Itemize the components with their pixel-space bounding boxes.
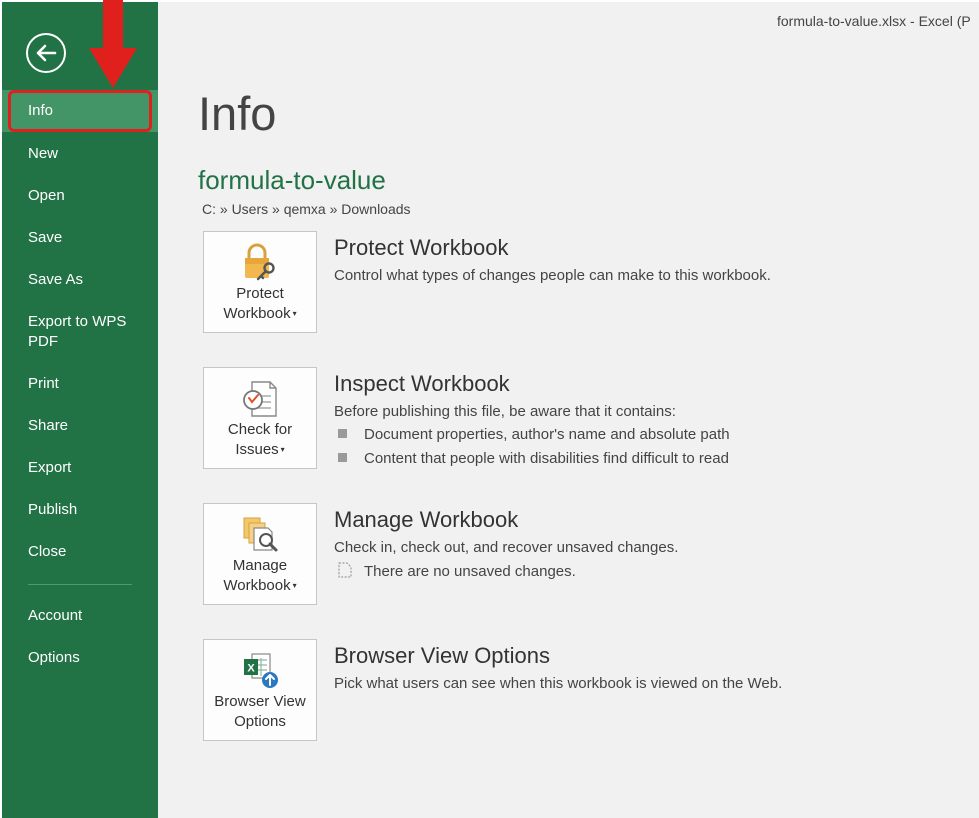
protect-tile-label-1: Protect — [236, 285, 284, 302]
inspect-bullet-item: Document properties, author's name and a… — [338, 425, 730, 445]
document-outline-icon — [338, 562, 352, 578]
protect-workbook-title: Protect Workbook — [334, 235, 509, 260]
sidebar-item-options[interactable]: Options — [2, 648, 158, 668]
protect-workbook-button[interactable]: Protect Workbook ▾ — [203, 231, 317, 333]
excel-browser-view-icon: X — [244, 653, 278, 688]
inspect-tile-label-1: Check for — [227, 421, 293, 438]
svg-text:X: X — [247, 663, 255, 675]
browser-view-options-title: Browser View Options — [334, 643, 551, 668]
sidebar-item-publish[interactable]: Publish — [2, 500, 158, 520]
sidebar-item-account[interactable]: Account — [2, 606, 158, 626]
sidebar-divider — [28, 584, 132, 585]
protect-tile-label-2: Workbook — [223, 305, 291, 322]
manage-versions-icon — [243, 517, 278, 552]
browser-tile-label-2: Options — [234, 713, 286, 730]
sidebar-item-share[interactable]: Share — [2, 416, 158, 436]
window-title: formula-to-value.xlsx - Excel (P — [777, 13, 971, 29]
manage-tile-label-1: Manage — [232, 557, 288, 574]
bullet-square-icon — [338, 453, 347, 462]
manage-workbook-desc: Check in, check out, and recover unsaved… — [334, 539, 679, 556]
dropdown-caret-icon: ▾ — [292, 581, 297, 591]
inspect-bullet-text: Document properties, author's name and a… — [364, 426, 730, 443]
browser-view-options-desc: Pick what users can see when this workbo… — [334, 675, 783, 692]
lock-key-icon — [245, 243, 275, 281]
inspect-tile-label-2: Issues — [235, 441, 279, 458]
browser-tile-label-1: Browser View — [214, 693, 306, 710]
info-highlight-annotation — [8, 90, 152, 132]
sidebar-item-export-wps-pdf[interactable]: Export to WPS PDF — [2, 312, 158, 352]
bullet-square-icon — [338, 429, 347, 438]
document-name: formula-to-value — [198, 165, 386, 195]
sidebar-item-save[interactable]: Save — [2, 228, 158, 248]
manage-note-row: There are no unsaved changes. — [338, 562, 576, 582]
dropdown-caret-icon: ▾ — [292, 309, 297, 319]
sidebar-item-new[interactable]: New — [2, 144, 158, 164]
sidebar-item-save-as[interactable]: Save As — [2, 270, 158, 290]
manage-workbook-button[interactable]: Manage Workbook ▾ — [203, 503, 317, 605]
protect-workbook-desc: Control what types of changes people can… — [334, 267, 771, 284]
inspect-workbook-desc: Before publishing this file, be aware th… — [334, 403, 676, 420]
page-title: Info — [198, 87, 277, 140]
manage-note-text: There are no unsaved changes. — [364, 563, 576, 580]
sidebar-item-close[interactable]: Close — [2, 542, 158, 562]
red-arrow-annotation-icon — [89, 0, 137, 88]
inspect-bullet-text: Content that people with disabilities fi… — [364, 450, 729, 467]
document-path[interactable]: C: » Users » qemxa » Downloads — [202, 201, 411, 217]
sidebar-item-print[interactable]: Print — [2, 374, 158, 394]
inspect-workbook-title: Inspect Workbook — [334, 371, 510, 396]
browser-view-options-button[interactable]: X Browser View Options — [203, 639, 317, 741]
inspect-document-icon — [243, 381, 277, 417]
manage-workbook-title: Manage Workbook — [334, 507, 519, 532]
sidebar-item-open[interactable]: Open — [2, 186, 158, 206]
manage-tile-label-2: Workbook — [223, 577, 291, 594]
check-for-issues-button[interactable]: Check for Issues ▾ — [203, 367, 317, 469]
inspect-bullet-item: Content that people with disabilities fi… — [338, 449, 729, 469]
back-arrow-icon[interactable] — [25, 32, 67, 74]
sidebar-item-export[interactable]: Export — [2, 458, 158, 478]
dropdown-caret-icon: ▾ — [280, 445, 285, 455]
